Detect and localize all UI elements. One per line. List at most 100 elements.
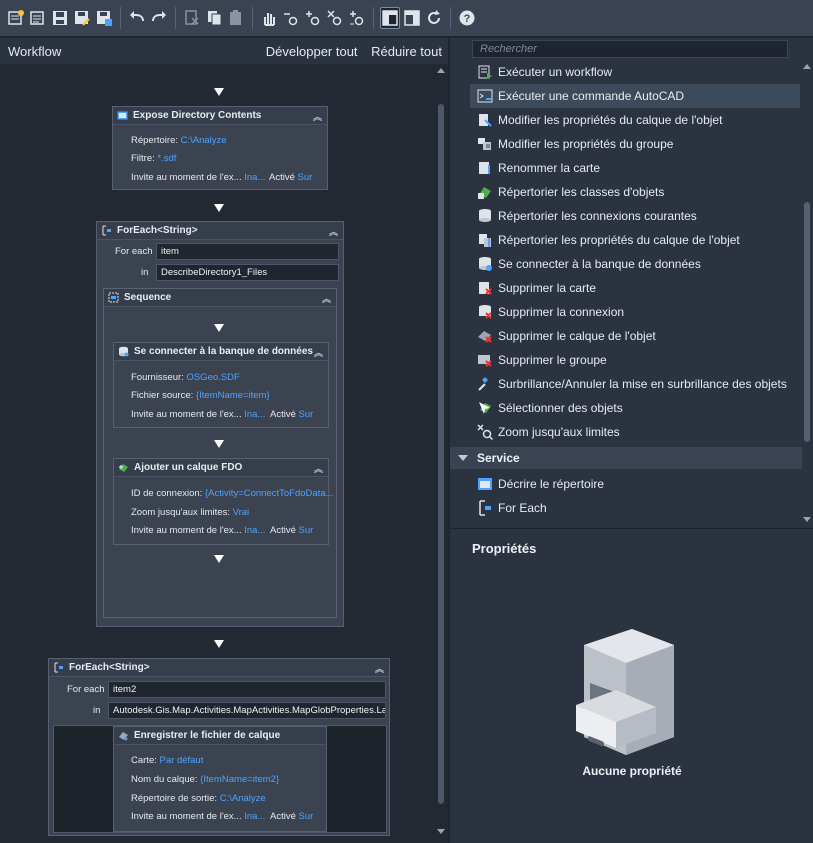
active-row[interactable]: Activé Sur: [270, 525, 313, 536]
list-item[interactable]: Répertorier les propriétés du calque de …: [470, 228, 800, 252]
export-icon[interactable]: [94, 7, 114, 29]
scroll-down-icon[interactable]: [802, 516, 812, 524]
activity-expose-directory[interactable]: Expose Directory Contents ︽ Répertoire: …: [112, 106, 328, 190]
open-workflow-icon[interactable]: [28, 7, 48, 29]
collapse-icon[interactable]: ︽: [329, 225, 338, 238]
prompt-row[interactable]: Invite au moment de l'ex... Ina...: [131, 409, 265, 420]
copy-icon[interactable]: [204, 7, 224, 29]
list-item[interactable]: Sélectionner des objets: [470, 396, 800, 420]
filter-row[interactable]: Filtre: *.sdf: [131, 153, 176, 164]
layout-vertical-icon[interactable]: [380, 7, 400, 29]
prompt-row[interactable]: Invite au moment de l'ex... Ina...: [131, 172, 265, 183]
help-icon[interactable]: ?: [457, 7, 477, 29]
category-service[interactable]: Service: [450, 447, 802, 469]
paste-icon[interactable]: [226, 7, 246, 29]
collapse-icon[interactable]: ︽: [314, 346, 323, 359]
list-item[interactable]: Décrire le répertoire: [470, 472, 800, 496]
map-row[interactable]: Carte: Par défaut: [131, 755, 203, 766]
list-item[interactable]: Zoom jusqu'aux limites: [470, 420, 800, 444]
for-each-input[interactable]: item: [156, 243, 339, 260]
refresh-icon[interactable]: [424, 7, 444, 29]
zoom-in-icon[interactable]: [303, 7, 323, 29]
search-input[interactable]: Rechercher: [472, 40, 788, 58]
layer-name-row[interactable]: Nom du calque: {ItemName=item2}: [131, 774, 279, 785]
field-value[interactable]: Sur: [299, 811, 314, 822]
field-value[interactable]: Ina...: [244, 525, 265, 536]
output-dir-row[interactable]: Répertoire de sortie: C:\Analyze: [131, 793, 266, 804]
redo-icon[interactable]: [149, 7, 169, 29]
layout-horizontal-icon[interactable]: [402, 7, 422, 29]
workflow-canvas[interactable]: Expose Directory Contents ︽ Répertoire: …: [0, 64, 434, 843]
scroll-down-icon[interactable]: [436, 828, 446, 836]
list-item[interactable]: Modifier les propriétés du calque de l'o…: [470, 108, 800, 132]
scroll-up-icon[interactable]: [802, 62, 812, 70]
field-value[interactable]: Sur: [299, 409, 314, 420]
prompt-row[interactable]: Invite au moment de l'ex... Ina...: [131, 811, 265, 822]
field-value[interactable]: {Activity=ConnectToFdoData...: [205, 488, 334, 499]
provider-row[interactable]: Fournisseur: OSGeo.SDF: [131, 372, 240, 383]
for-each-input[interactable]: item2: [108, 681, 386, 698]
list-item[interactable]: Exécuter une commande AutoCAD: [470, 84, 800, 108]
field-value[interactable]: OSGeo.SDF: [186, 372, 239, 383]
field-value[interactable]: Sur: [298, 172, 313, 183]
field-value[interactable]: Ina...: [244, 811, 265, 822]
new-workflow-icon[interactable]: [6, 7, 26, 29]
list-item[interactable]: Se connecter à la banque de données: [470, 252, 800, 276]
activities-scrollbar[interactable]: [802, 60, 812, 528]
active-row[interactable]: Activé Sur: [269, 172, 312, 183]
list-item[interactable]: Supprimer le groupe: [470, 348, 800, 372]
collapse-icon[interactable]: ︽: [314, 462, 323, 475]
list-item[interactable]: Exécuter un workflow: [470, 60, 800, 84]
directory-row[interactable]: Répertoire: C:\Analyze: [131, 135, 227, 146]
prompt-row[interactable]: Invite au moment de l'ex... Ina...: [131, 525, 265, 536]
list-item[interactable]: Répertorier les connexions courantes: [470, 204, 800, 228]
in-input[interactable]: DescribeDirectory1_Files: [156, 264, 339, 281]
cut-icon[interactable]: [182, 7, 202, 29]
expand-all-link[interactable]: Développer tout: [266, 44, 358, 59]
activity-sequence[interactable]: Sequence ︽ Se connecter à la banque de d…: [103, 288, 337, 618]
source-row[interactable]: Fichier source: {ItemName=item}: [131, 390, 270, 401]
active-row[interactable]: Activé Sur: [270, 811, 313, 822]
field-value[interactable]: C:\Analyze: [181, 135, 227, 146]
save-as-icon[interactable]: [72, 7, 92, 29]
field-value[interactable]: {ItemName=item}: [196, 390, 270, 401]
list-item[interactable]: Renommer la carte: [470, 156, 800, 180]
zoom-row[interactable]: Zoom jusqu'aux limites: Vrai: [131, 507, 249, 518]
list-item[interactable]: For Each: [470, 496, 800, 520]
save-icon[interactable]: [50, 7, 70, 29]
field-value[interactable]: Ina...: [244, 172, 265, 183]
field-value[interactable]: C:\Analyze: [220, 793, 266, 804]
active-row[interactable]: Activé Sur: [270, 409, 313, 420]
field-value[interactable]: *.sdf: [157, 153, 176, 164]
zoom-reset-icon[interactable]: [347, 7, 367, 29]
activity-save-layer-file[interactable]: Enregistrer le fichier de calque Carte: …: [113, 726, 327, 832]
list-item[interactable]: Supprimer le calque de l'objet: [470, 324, 800, 348]
zoom-extents-icon[interactable]: [325, 7, 345, 29]
field-value[interactable]: Ina...: [244, 409, 265, 420]
scroll-thumb[interactable]: [438, 104, 444, 804]
collapse-icon[interactable]: ︽: [322, 292, 331, 305]
list-item[interactable]: Répertorier les classes d'objets: [470, 180, 800, 204]
field-value[interactable]: {ItemName=item2}: [200, 774, 279, 785]
foreach-body[interactable]: Enregistrer le fichier de calque Carte: …: [53, 725, 387, 833]
collapse-icon[interactable]: ︽: [313, 110, 322, 123]
list-item[interactable]: Modifier les propriétés du groupe: [470, 132, 800, 156]
scroll-thumb[interactable]: [804, 202, 810, 442]
collapse-icon[interactable]: ︽: [375, 662, 384, 675]
list-item[interactable]: Supprimer la connexion: [470, 300, 800, 324]
workflow-scrollbar[interactable]: [436, 64, 446, 843]
zoom-out-icon[interactable]: [281, 7, 301, 29]
field-value[interactable]: Par défaut: [160, 755, 204, 766]
activity-foreach-1[interactable]: ForEach<String> ︽ For each item in Descr…: [96, 221, 344, 627]
activity-connect-datastore[interactable]: Se connecter à la banque de données ︽ Fo…: [113, 342, 329, 428]
field-value[interactable]: Vrai: [233, 507, 250, 518]
collapse-all-link[interactable]: Réduire tout: [371, 44, 442, 59]
activity-foreach-2[interactable]: ForEach<String> ︽ For each item2 in Auto…: [48, 658, 390, 836]
in-input[interactable]: Autodesk.Gis.Map.Activities.MapActivitie…: [108, 702, 386, 719]
pan-hand-icon[interactable]: [259, 7, 279, 29]
connection-row[interactable]: ID de connexion: {Activity=ConnectToFdoD…: [131, 488, 334, 499]
undo-icon[interactable]: [127, 7, 147, 29]
field-value[interactable]: Sur: [299, 525, 314, 536]
activity-add-fdo-layer[interactable]: Ajouter un calque FDO ︽ ID de connexion:…: [113, 458, 334, 545]
list-item[interactable]: Supprimer la carte: [470, 276, 800, 300]
